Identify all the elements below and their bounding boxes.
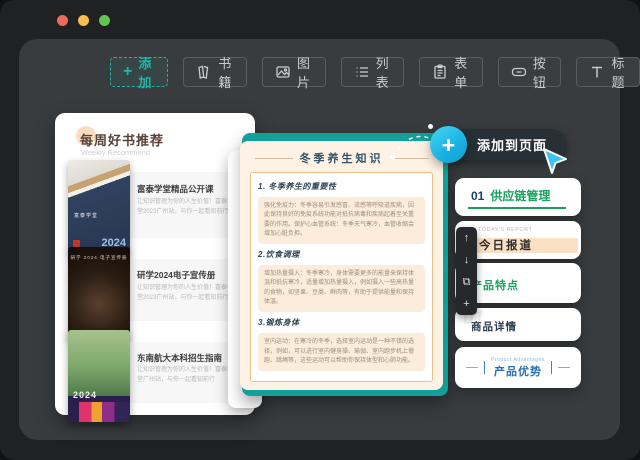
cover-logo: [73, 240, 80, 247]
decor-bar-right: [551, 361, 553, 374]
book-desc: 让知识管理为你的人生价值！富泰学堂广州站，与你一起看知前行: [137, 366, 237, 385]
add-button[interactable]: + 添加: [110, 57, 168, 87]
section-heading: 2.饮食调理: [258, 249, 425, 260]
title-card-product-advantage[interactable]: Product Advantages 产品优势: [455, 347, 581, 388]
green-underline: [468, 207, 566, 209]
health-article-card[interactable]: 冬季养生知识 1. 冬季养生的重要性 强化免疫力：冬季容易引发感冒、流感等呼吸道…: [240, 141, 443, 390]
book-cover[interactable]: 2024: [68, 330, 130, 422]
plus-icon: +: [123, 64, 132, 80]
book-panel-subtitle: Weekly Recommend: [81, 148, 150, 157]
button-icon: [511, 64, 527, 80]
cover-top-text: 研学 2024 电子宣传册: [68, 255, 130, 261]
advantage-label: 产品优势: [494, 363, 542, 379]
book-title: 研学2024电子宣传册: [137, 269, 215, 281]
minimize-button[interactable]: [78, 15, 89, 26]
header-line-left: [255, 158, 293, 159]
add-to-page-label: 添加到页面: [477, 135, 547, 154]
article-title: 冬季养生知识: [300, 150, 384, 166]
features-label: 产品特点: [471, 277, 519, 293]
cover-brand-text: 富泰学堂: [74, 212, 98, 219]
list-icon: [354, 64, 370, 80]
details-label: 商品详情: [471, 319, 517, 334]
add-item-icon[interactable]: +: [463, 299, 469, 310]
section-paragraph: 增加热量摄入：冬季寒冷，身体需要更多的能量来保持体温和抵抗寒冷，适量增加热量摄入…: [258, 265, 425, 312]
section-heading: 3.锻炼身体: [258, 317, 425, 328]
advantage-text-block: Product Advantages 产品优势: [491, 357, 545, 379]
toolbar-button-title[interactable]: 标题: [576, 57, 640, 87]
sparkle-dot: [428, 124, 433, 129]
report-label: 今日报道: [479, 237, 533, 253]
decor-bar-left: [484, 361, 486, 374]
supply-label: 供应链管理: [490, 187, 550, 204]
add-plus-circle-button[interactable]: +: [430, 126, 467, 163]
decor-dash-left: [466, 367, 478, 369]
decor-dash-right: [558, 367, 570, 369]
toolbar-button-label: 按钮: [533, 53, 549, 91]
component-toolbar: + 添加 书籍 图片 列表 表单 按钮 标题: [110, 57, 640, 87]
section-paragraph: 强化免疫力：冬季容易引发感冒、流感等呼吸道疾病，因此保持良好的免疫系统功能对抵抗…: [258, 197, 425, 244]
image-icon: [275, 64, 291, 80]
add-button-label: 添加: [138, 53, 155, 91]
app-window: + 添加 书籍 图片 列表 表单 按钮 标题 每周好书推荐: [0, 0, 640, 460]
toolbar-button-label: 表单: [454, 53, 470, 91]
toolbar-button-books[interactable]: 书籍: [183, 57, 247, 87]
book-cover[interactable]: 富泰学堂 2024: [68, 160, 130, 252]
mouse-cursor-icon: [541, 146, 571, 176]
move-up-icon[interactable]: ↑: [464, 233, 470, 244]
article-body: 1. 冬季养生的重要性 强化免疫力：冬季容易引发感冒、流感等呼吸道疾病，因此保持…: [250, 172, 433, 382]
book-title: 东南航大本科招生指南: [137, 352, 222, 364]
book-cover[interactable]: 研学 2024 电子宣传册: [68, 247, 130, 339]
toolbar-button-label: 图片: [297, 53, 313, 91]
book-desc: 让知识管理为你的人生价值！富泰学堂2023广州站，与你一起看知前行: [137, 198, 237, 217]
supply-number: 01: [471, 189, 484, 203]
supply-row: 01 供应链管理: [455, 178, 581, 204]
toolbar-button-label: 书籍: [218, 53, 234, 91]
section-paragraph: 室内运动：在寒冷的冬季，选择室内运动是一种不错的选择，例如，可以进行室内健身操、…: [258, 333, 425, 371]
toolbar-button-label: 标题: [611, 53, 627, 91]
maximize-button[interactable]: [99, 15, 110, 26]
book-recommend-card[interactable]: 每周好书推荐 Weekly Recommend 富泰学堂 2024 富泰学堂精品…: [55, 113, 255, 415]
section-heading: 1. 冬季养生的重要性: [258, 181, 425, 192]
cover-mosaic-decoration: [68, 402, 130, 422]
toolbar-button-button[interactable]: 按钮: [498, 57, 562, 87]
cover-year-text: 2024: [73, 390, 97, 400]
toolbar-button-image[interactable]: 图片: [262, 57, 326, 87]
form-icon: [432, 64, 448, 80]
book-title: 富泰学堂精品公开课: [137, 183, 214, 195]
book-desc: 让知识管理为你的人生价值！富泰学堂2023广州站，与你一起看知前行: [137, 284, 237, 303]
duplicate-icon[interactable]: ⧉: [463, 277, 471, 288]
report-caption: TODAY'S REPORT: [478, 227, 533, 233]
component-action-toolbar: ↑ ↓ ⧉ +: [456, 227, 477, 315]
book-panel-title: 每周好书推荐: [80, 130, 164, 149]
toolbar-button-list[interactable]: 列表: [341, 57, 405, 87]
window-controls: [57, 15, 110, 26]
toolbar-button-form[interactable]: 表单: [419, 57, 483, 87]
books-icon: [196, 64, 212, 80]
close-button[interactable]: [57, 15, 68, 26]
title-icon: [589, 64, 605, 80]
move-down-icon[interactable]: ↓: [464, 255, 470, 266]
title-card-supply-chain[interactable]: 01 供应链管理: [455, 178, 581, 216]
toolbar-button-label: 列表: [376, 53, 392, 91]
